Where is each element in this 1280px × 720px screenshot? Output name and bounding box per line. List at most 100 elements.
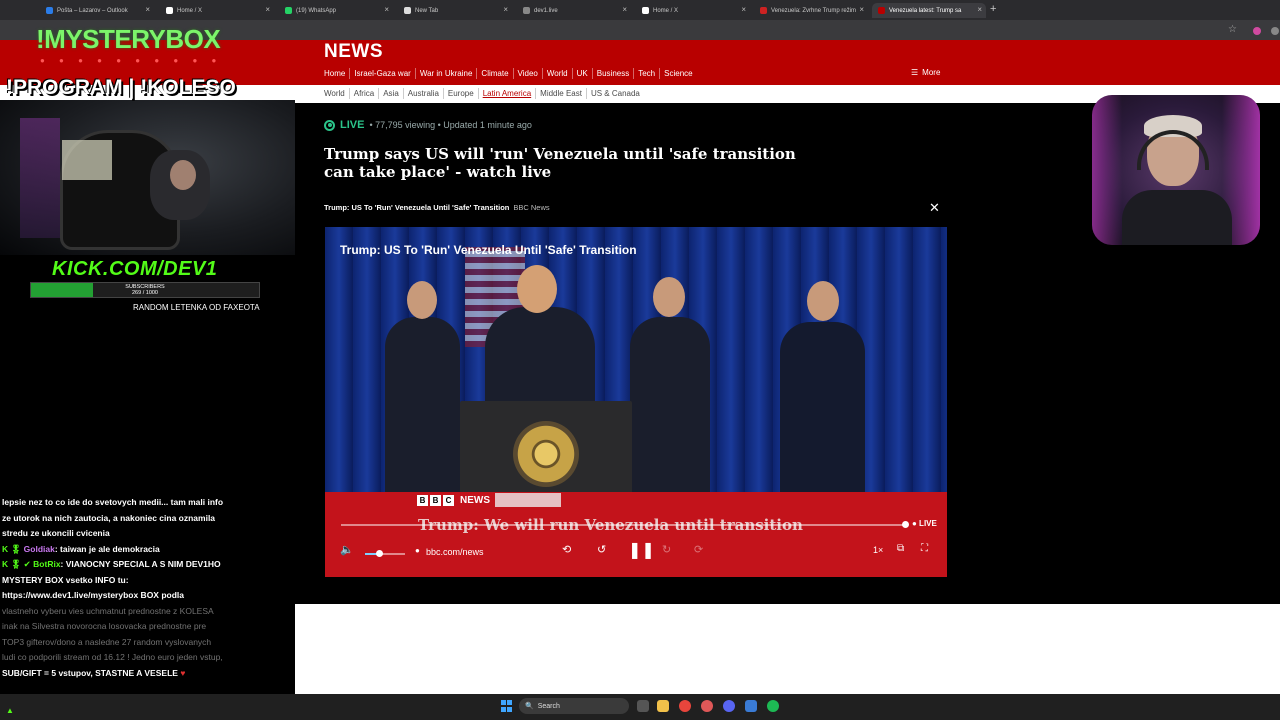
volume-icon[interactable]: 🔈 xyxy=(340,543,354,556)
tab-close-icon[interactable]: × xyxy=(145,5,150,14)
pause-icon[interactable]: ❚❚ xyxy=(628,540,655,560)
taskbar-search-label: Search xyxy=(537,702,560,710)
browser-tab[interactable]: Venezuela latest: Trump sa × xyxy=(872,3,986,18)
subnav-item[interactable]: Europe xyxy=(442,88,478,99)
seek-knob[interactable] xyxy=(902,521,909,528)
more-menu-button[interactable]: ☰ More xyxy=(911,68,940,77)
video-player[interactable]: Trump: US To 'Run' Venezuela Until 'Safe… xyxy=(325,227,947,577)
tab-close-icon[interactable]: × xyxy=(859,5,864,14)
subnav-item[interactable]: Middle East xyxy=(535,88,586,99)
tab-close-icon[interactable]: × xyxy=(384,5,389,14)
browser-tab[interactable]: Home / X × xyxy=(636,3,750,18)
live-badge[interactable]: ● LIVE xyxy=(912,519,937,528)
subnav-item[interactable]: Africa xyxy=(348,88,378,99)
chrome-icon[interactable] xyxy=(679,700,691,712)
close-icon[interactable]: ✕ xyxy=(929,200,940,216)
webcam-background xyxy=(20,118,60,238)
subnav-item[interactable]: Asia xyxy=(378,88,403,99)
nav-item[interactable]: Israel-Gaza war xyxy=(349,68,414,79)
volume-knob[interactable] xyxy=(376,550,383,557)
nav-item[interactable]: Business xyxy=(591,68,633,79)
notepad-icon[interactable] xyxy=(745,700,757,712)
forward-10-icon[interactable]: ↻ xyxy=(662,543,671,556)
nav-item[interactable]: Tech xyxy=(633,68,659,79)
nav-item[interactable]: Climate xyxy=(476,68,512,79)
monitor-glow xyxy=(62,140,112,180)
subnav-item[interactable]: US & Canada xyxy=(585,88,644,99)
player-controls: 🔈 ● bbc.com/news ⟲ ↺ ❚❚ ↻ ⟳ 1× ⧉ ⛶ xyxy=(325,540,947,565)
browser-tab[interactable]: (19) WhatsApp × xyxy=(279,3,393,18)
nav-item[interactable]: Video xyxy=(512,68,542,79)
new-tab-button[interactable]: + xyxy=(990,3,996,15)
secondary-nav: World Africa Asia Australia Europe Latin Amer… xyxy=(324,88,644,99)
more-label: More xyxy=(922,68,941,77)
primary-nav: Home Israel-Gaza war War in Ukraine Climate… xyxy=(324,68,697,79)
profile-icon[interactable] xyxy=(1271,27,1279,35)
rgb-glow xyxy=(1092,95,1122,245)
logo-pill xyxy=(495,493,561,507)
live-indicator-icon xyxy=(324,119,335,131)
person-head xyxy=(807,281,839,321)
file-explorer-icon[interactable] xyxy=(657,700,669,712)
skip-to-live-icon[interactable]: ⟳ xyxy=(694,543,703,556)
nav-item[interactable]: UK xyxy=(571,68,592,79)
person-figure xyxy=(385,317,460,497)
chat-text: : taiwan je ale demokracia xyxy=(54,543,160,554)
playback-speed-button[interactable]: 1× xyxy=(873,545,883,555)
rewind-10-icon[interactable]: ↺ xyxy=(597,543,606,556)
chat-message-faded: vlastneho vyberu vies uchmatnut prednost… xyxy=(2,605,223,663)
person-figure xyxy=(780,322,865,497)
nav-item[interactable]: Science xyxy=(659,68,696,79)
person-head xyxy=(517,265,557,313)
discord-icon[interactable] xyxy=(723,700,735,712)
subnav-item[interactable]: Latin America xyxy=(477,88,535,99)
video-title: Trump: US To 'Run' Venezuela Until 'Safe… xyxy=(340,243,637,257)
extension-icon[interactable] xyxy=(1253,27,1261,35)
bbc-news-overlay-logo: B B C NEWS xyxy=(417,493,561,507)
chat-text: SUB/GIFT = 5 vstupov, STASTNE A VESELE xyxy=(2,667,178,678)
tab-favicon-icon xyxy=(404,7,411,14)
tab-close-icon[interactable]: × xyxy=(977,5,982,14)
nav-item[interactable]: War in Ukraine xyxy=(414,68,477,79)
kick-tray-icon[interactable]: ▲ xyxy=(6,706,14,715)
spotify-icon[interactable] xyxy=(767,700,779,712)
tab-close-icon[interactable]: × xyxy=(503,5,508,14)
kick-channel-label: KICK.COM/DEV1 xyxy=(52,258,218,280)
tab-favicon-icon xyxy=(523,7,530,14)
browser-tab[interactable]: dev1.live × xyxy=(517,3,631,18)
nav-item[interactable]: World xyxy=(541,68,572,79)
person-figure xyxy=(630,317,710,497)
program-overlay-text: !PROGRAM | !KOLESO xyxy=(6,76,236,99)
seek-bar[interactable] xyxy=(341,524,907,526)
fullscreen-icon[interactable]: ⛶ xyxy=(921,543,928,554)
skip-to-start-icon[interactable]: ⟲ xyxy=(562,543,571,556)
chat-username: BotRix xyxy=(33,559,61,569)
app-icon[interactable] xyxy=(701,700,713,712)
picture-in-picture-icon[interactable]: ⧉ xyxy=(897,543,904,554)
person-head xyxy=(653,277,685,317)
tab-close-icon[interactable]: × xyxy=(265,5,270,14)
bookmark-star-icon[interactable]: ☆ xyxy=(1228,24,1237,35)
video-caption-title: Trump: US To 'Run' Venezuela Until 'Safe… xyxy=(324,203,510,212)
taskbar-search[interactable]: 🔍 Search xyxy=(519,698,629,714)
subnav-item[interactable]: World xyxy=(324,88,349,99)
task-view-icon[interactable] xyxy=(637,700,649,712)
article-headline: Trump says US will 'run' Venezuela until… xyxy=(324,145,796,181)
streamer-facecam xyxy=(1092,95,1260,245)
search-icon: 🔍 xyxy=(525,703,534,710)
subnav-item[interactable]: Australia xyxy=(402,88,443,99)
browser-tab[interactable]: Venezuela: Zvrhne Trump režim × xyxy=(754,3,868,18)
browser-tab[interactable]: Home / X × xyxy=(160,3,274,18)
christmas-lights-decoration: ● ● ● ● ● ● ● ● ● ● xyxy=(40,56,223,65)
tab-close-icon[interactable]: × xyxy=(741,5,746,14)
bbc-logo-word: NEWS xyxy=(460,494,490,506)
chat-message: K 🎖 ✔ BotRix: VIANOCNY SPECIAL A S NIM D… xyxy=(2,557,224,604)
tab-favicon-icon xyxy=(285,7,292,14)
browser-tab[interactable]: New Tab × xyxy=(398,3,512,18)
tab-close-icon[interactable]: × xyxy=(622,5,627,14)
windows-start-icon[interactable] xyxy=(501,700,513,712)
nav-item[interactable]: Home xyxy=(324,68,349,79)
browser-tab[interactable]: Pošta – Lazarov – Outlook × xyxy=(40,3,154,18)
tab-favicon-icon xyxy=(760,7,767,14)
bbc-news-logo[interactable]: NEWS xyxy=(324,41,383,63)
